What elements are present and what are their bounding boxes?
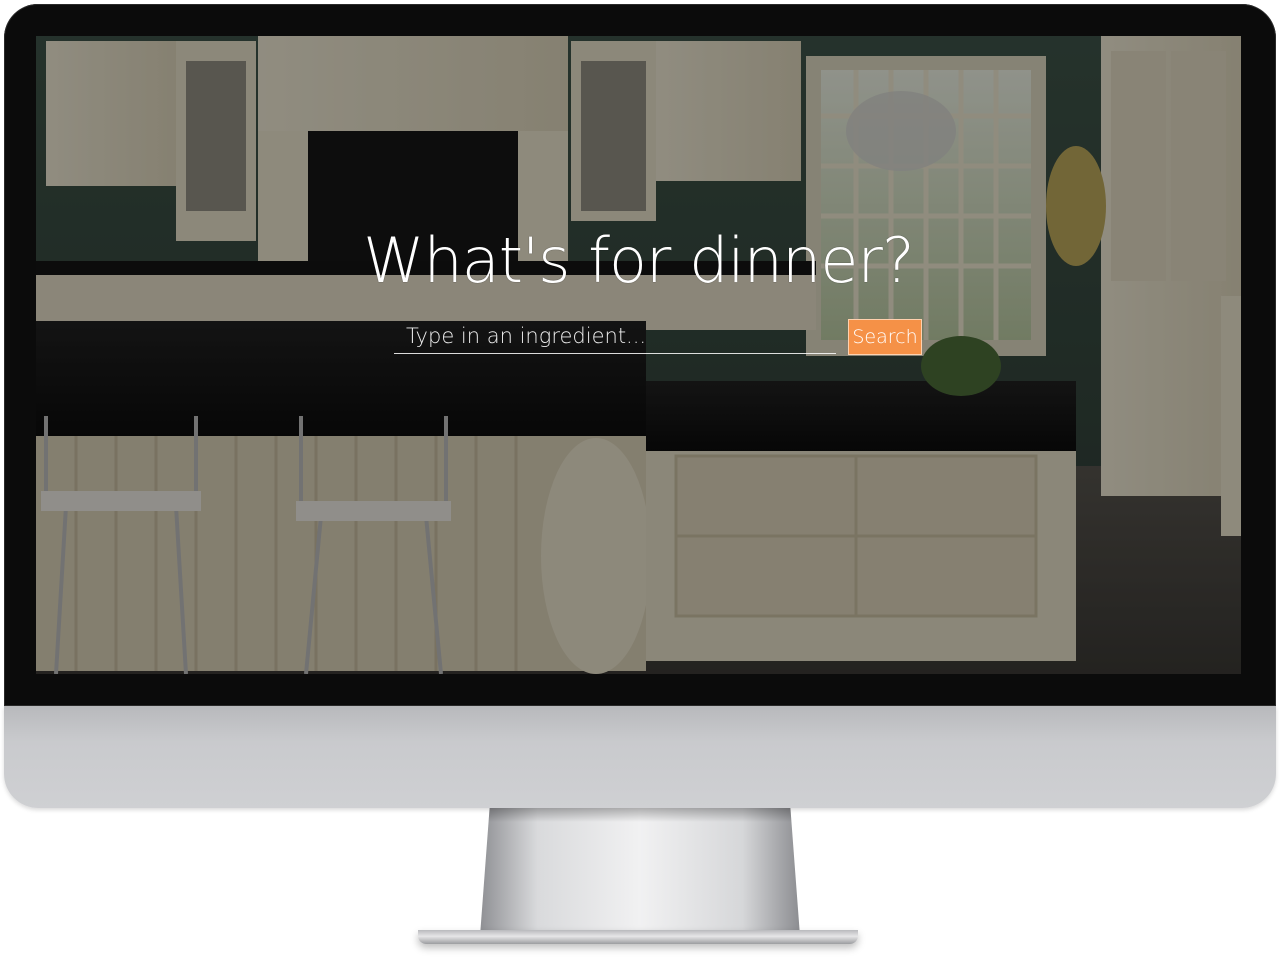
search-form: Search [394,318,924,358]
search-button[interactable]: Search [848,319,922,355]
monitor-stand-base [418,930,858,944]
monitor-mockup: What's for dinner? Search [0,0,1280,977]
monitor-chin [4,706,1276,808]
monitor-stand [480,808,800,936]
page-title: What's for dinner? [363,224,915,297]
ingredient-search-input[interactable] [394,318,836,354]
monitor-screen: What's for dinner? Search [36,36,1241,674]
